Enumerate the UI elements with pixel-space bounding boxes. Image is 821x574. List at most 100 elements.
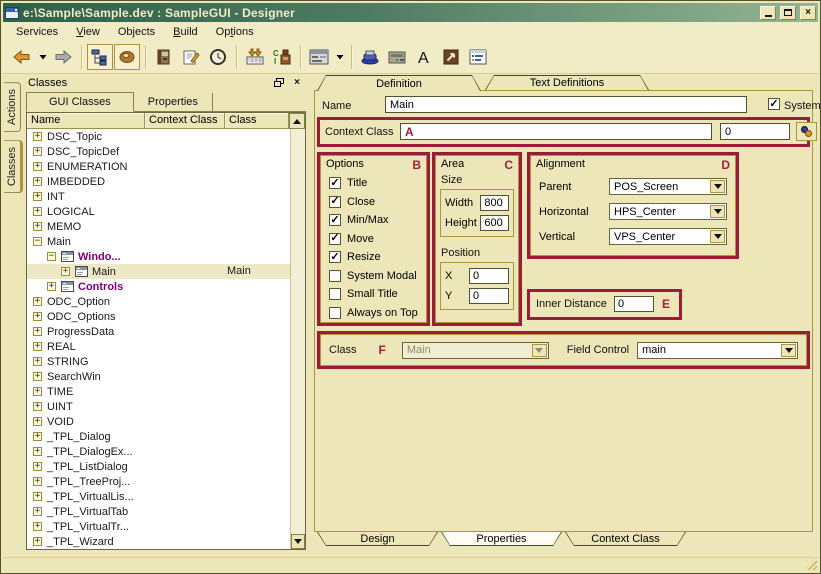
tree-row[interactable]: +STRING [27, 354, 290, 369]
expand-icon[interactable]: + [33, 372, 42, 381]
tree-row[interactable]: −Main [27, 234, 290, 249]
tree-row[interactable]: +MainMain [27, 264, 290, 279]
horizontal-combobox[interactable]: HPS_Center [609, 203, 727, 220]
menu-view[interactable]: View [67, 24, 109, 40]
tree-row[interactable]: +ENUMERATION [27, 159, 290, 174]
tree-row[interactable]: +ProgressData [27, 324, 290, 339]
option-row[interactable]: Move [321, 230, 426, 249]
y-input[interactable]: 0 [469, 288, 509, 304]
tab-properties[interactable]: Properties [134, 93, 213, 111]
tree-row[interactable]: +_TPL_Dialog [27, 429, 290, 444]
maximize-button[interactable] [780, 6, 796, 20]
close-panel-button[interactable]: × [290, 76, 304, 89]
checkbox[interactable] [329, 214, 341, 226]
system-checkbox[interactable] [768, 98, 780, 110]
checkbox[interactable] [329, 288, 341, 300]
option-row[interactable]: Always on Top [321, 304, 426, 323]
tree-row[interactable]: +LOGICAL [27, 204, 290, 219]
sidebar-tab-classes[interactable]: Classes [4, 140, 23, 193]
import-button[interactable] [242, 44, 268, 70]
expand-icon[interactable]: + [33, 132, 42, 141]
forward-button[interactable] [50, 44, 76, 70]
collapse-icon[interactable]: − [47, 252, 56, 261]
expand-icon[interactable]: + [33, 507, 42, 516]
clock-button[interactable] [205, 44, 231, 70]
checkbox[interactable] [329, 196, 341, 208]
form-picker-dropdown-button[interactable] [333, 44, 346, 70]
expand-icon[interactable]: + [33, 402, 42, 411]
height-input[interactable]: 600 [480, 215, 509, 231]
form-picker-button[interactable] [306, 44, 332, 70]
expand-icon[interactable]: + [33, 192, 42, 201]
class-builder-button[interactable]: CI [269, 44, 295, 70]
expand-icon[interactable]: + [61, 267, 70, 276]
tree-row[interactable]: +VOID [27, 414, 290, 429]
tree-row[interactable]: +ODC_Options [27, 309, 290, 324]
tree-row[interactable]: +ODC_Option [27, 294, 290, 309]
name-input[interactable]: Main [385, 96, 747, 113]
expand-icon[interactable]: + [33, 522, 42, 531]
context-class-count-input[interactable]: 0 [720, 123, 790, 140]
expand-icon[interactable]: + [47, 282, 56, 291]
tree-row[interactable]: +MEMO [27, 219, 290, 234]
expand-icon[interactable]: + [33, 357, 42, 366]
tab-gui-classes[interactable]: GUI Classes [26, 92, 134, 112]
checkbox[interactable] [329, 233, 341, 245]
back-dropdown-button[interactable] [36, 44, 49, 70]
tree-row[interactable]: +SearchWin [27, 369, 290, 384]
expand-icon[interactable]: + [33, 297, 42, 306]
tree-row[interactable]: +DSC_Topic [27, 129, 290, 144]
expand-icon[interactable]: + [33, 417, 42, 426]
minimize-button[interactable] [760, 6, 776, 20]
tree-row[interactable]: +UINT [27, 399, 290, 414]
checkbox[interactable] [329, 177, 341, 189]
tree-row[interactable]: +_TPL_TreeProj... [27, 474, 290, 489]
book-button[interactable] [151, 44, 177, 70]
field-control-combobox[interactable]: main [637, 342, 798, 359]
tree-row[interactable]: +TIME [27, 384, 290, 399]
option-row[interactable]: Min/Max [321, 211, 426, 230]
expand-icon[interactable]: + [33, 492, 42, 501]
tree-row[interactable]: +_TPL_Wizard [27, 534, 290, 549]
inner-distance-input[interactable]: 0 [614, 296, 654, 312]
device-button[interactable] [384, 44, 410, 70]
tree-row[interactable]: +INT [27, 189, 290, 204]
x-input[interactable]: 0 [469, 268, 509, 284]
print-button[interactable] [357, 44, 383, 70]
column-header-name[interactable]: Name [27, 113, 145, 129]
tab-text-definitions[interactable]: Text Definitions [485, 75, 649, 90]
edit-button[interactable] [178, 44, 204, 70]
expand-icon[interactable]: + [33, 477, 42, 486]
menu-services[interactable]: Services [7, 24, 67, 40]
collapse-icon[interactable]: − [33, 237, 42, 246]
chevron-down-icon[interactable] [781, 344, 796, 357]
tree-row[interactable]: +_TPL_ListDialog [27, 459, 290, 474]
tree-row[interactable]: +REAL [27, 339, 290, 354]
font-button[interactable]: A [411, 44, 437, 70]
menu-build[interactable]: Build [164, 24, 206, 40]
tree-row[interactable]: +_TPL_VirtualTab [27, 504, 290, 519]
panel-splitter[interactable] [306, 74, 314, 557]
chevron-down-icon[interactable] [710, 230, 725, 243]
tab-definition[interactable]: Definition [317, 75, 481, 91]
expand-icon[interactable]: + [33, 447, 42, 456]
tree-row[interactable]: +Controls [27, 279, 290, 294]
tree-row[interactable]: +DSC_TopicDef [27, 144, 290, 159]
export-button[interactable] [438, 44, 464, 70]
menu-objects[interactable]: Objects [109, 24, 164, 40]
expand-icon[interactable]: + [33, 147, 42, 156]
expand-icon[interactable]: + [33, 162, 42, 171]
tree-row[interactable]: +_TPL_VirtualLis... [27, 489, 290, 504]
vertical-combobox[interactable]: VPS_Center [609, 228, 727, 245]
option-row[interactable]: Title [321, 174, 426, 193]
tree-row[interactable]: +_TPL_DialogEx... [27, 444, 290, 459]
class-browser-button[interactable] [114, 44, 140, 70]
expand-icon[interactable]: + [33, 462, 42, 471]
chevron-down-icon[interactable] [710, 205, 725, 218]
tree-row[interactable]: −Windo... [27, 249, 290, 264]
back-button[interactable] [9, 44, 35, 70]
scroll-down-button[interactable] [291, 534, 305, 549]
parent-combobox[interactable]: POS_Screen [609, 178, 727, 195]
option-row[interactable]: Resize [321, 248, 426, 267]
column-header-context-class[interactable]: Context Class [145, 113, 225, 129]
